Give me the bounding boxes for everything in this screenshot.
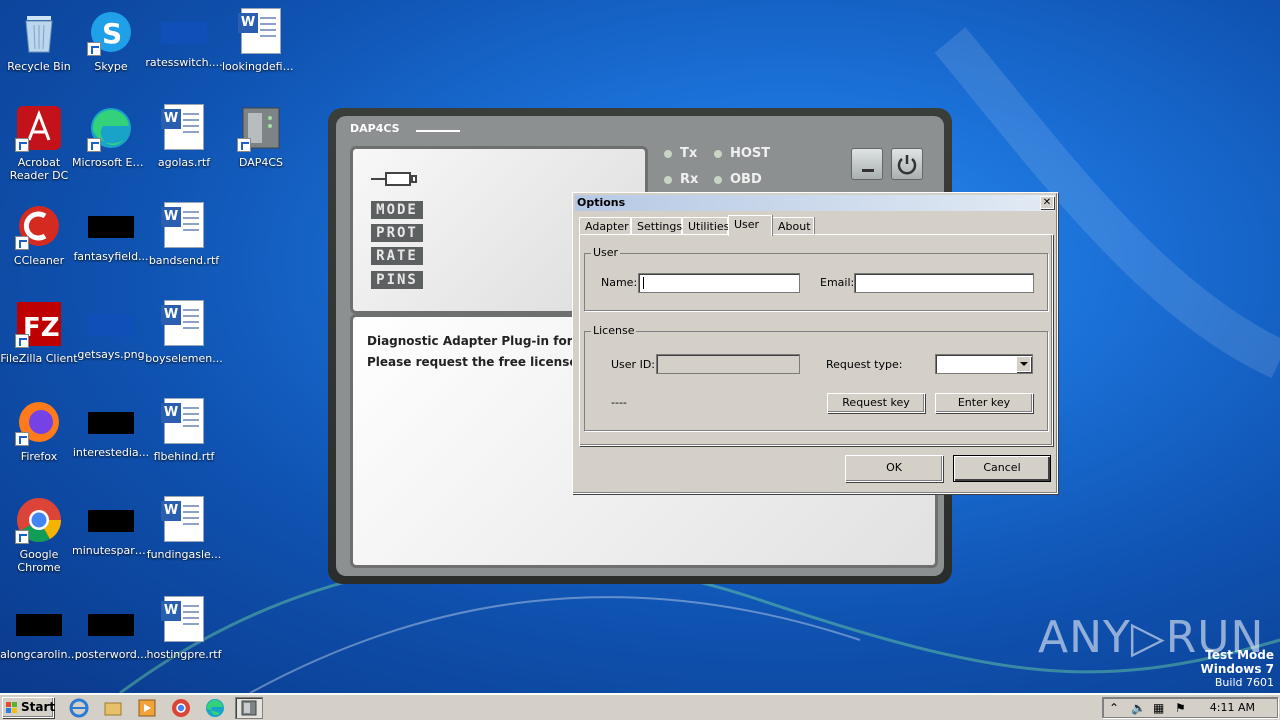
- user-id-label: User ID:: [611, 358, 655, 371]
- ok-button[interactable]: OK: [845, 455, 943, 482]
- app-wave-logo: [416, 124, 460, 132]
- firefox-icon[interactable]: Firefox: [0, 398, 78, 463]
- tab-adapter[interactable]: Adapter: [579, 217, 631, 235]
- boyselemen-icon[interactable]: W boyselemen...: [145, 300, 223, 365]
- minimize-button[interactable]: [851, 148, 883, 180]
- tab-about[interactable]: About: [772, 217, 814, 235]
- app-title: DAP4CS: [350, 122, 400, 135]
- edge-taskbar-icon[interactable]: [204, 697, 226, 719]
- chevron-down-icon[interactable]: [1016, 356, 1031, 372]
- chrome-taskbar-icon[interactable]: [170, 697, 192, 719]
- name-label: Name:: [601, 276, 638, 289]
- license-status: ----: [611, 396, 627, 409]
- ccleaner-icon[interactable]: CCleaner: [0, 202, 78, 267]
- posterword-icon[interactable]: posterword...: [72, 600, 150, 661]
- alongcarolin-icon[interactable]: alongcarolin...: [0, 600, 78, 661]
- options-dialog: Options ✕ Adapter Settings Utilities Use…: [572, 192, 1058, 494]
- windows-flag-icon: [6, 702, 18, 714]
- getsays-png-icon[interactable]: getsays.png: [72, 300, 150, 361]
- minutespark-icon[interactable]: minutespark...: [72, 496, 150, 557]
- bandsend-rtf-icon[interactable]: W bandsend.rtf: [145, 202, 223, 267]
- enter-key-button[interactable]: Enter key: [935, 393, 1033, 413]
- user-id-field: [656, 354, 800, 374]
- test-mode-notice: Test Mode Windows 7 Build 7601: [1200, 648, 1274, 689]
- text-caret: [643, 277, 644, 289]
- prot-tag: PROT: [371, 224, 423, 242]
- request-key-button[interactable]: Request key: [827, 393, 925, 413]
- email-field[interactable]: [854, 273, 1034, 293]
- dialog-titlebar[interactable]: Options ✕: [575, 195, 1055, 211]
- cancel-button[interactable]: Cancel: [953, 455, 1051, 482]
- dap4cs-shortcut-icon[interactable]: DAP4CS: [222, 104, 300, 169]
- volume-icon[interactable]: 🔈: [1131, 701, 1146, 715]
- rx-led: Rx: [664, 172, 698, 187]
- fundingasle-icon[interactable]: W fundingasle...: [145, 496, 223, 561]
- user-tab-panel: User Name: Email: License User ID: Reque…: [579, 234, 1053, 446]
- plug-icon: [371, 171, 421, 187]
- tab-settings[interactable]: Settings: [631, 217, 682, 235]
- dialog-title: Options: [577, 196, 626, 209]
- fantasyfield-icon[interactable]: fantasyfield...: [72, 202, 150, 263]
- action-center-flag-icon[interactable]: ⚑: [1175, 701, 1186, 715]
- power-icon: [897, 155, 917, 175]
- license-group: License User ID: Request type: ---- Requ…: [584, 324, 1048, 431]
- svg-text:S: S: [102, 17, 122, 50]
- user-group-legend: User: [591, 246, 621, 259]
- media-player-taskbar-icon[interactable]: [136, 697, 158, 719]
- hostingpre-rtf-icon[interactable]: W hostingpre.rtf: [145, 596, 223, 661]
- edge-icon[interactable]: Microsoft Edge: [72, 104, 150, 169]
- show-hidden-icons-chevron-icon[interactable]: ⌃: [1109, 701, 1119, 715]
- request-type-label: Request type:: [826, 358, 903, 371]
- skype-icon[interactable]: S Skype: [72, 8, 150, 73]
- start-button[interactable]: Start: [2, 697, 55, 718]
- ie-taskbar-icon[interactable]: [68, 697, 90, 719]
- acrobat-reader-icon[interactable]: Acrobat Reader DC: [0, 104, 78, 182]
- recycle-bin-icon[interactable]: Recycle Bin: [0, 8, 78, 73]
- request-type-select[interactable]: [935, 354, 1033, 374]
- obd-led: OBD: [714, 172, 762, 187]
- tab-user[interactable]: User: [728, 215, 772, 236]
- user-group: User Name: Email:: [584, 246, 1048, 311]
- system-tray: ⌃ 🔈 ▦ ⚑ 4:11 AM: [1102, 697, 1278, 718]
- name-field[interactable]: [638, 273, 800, 293]
- explorer-taskbar-icon[interactable]: [102, 697, 124, 719]
- filezilla-icon[interactable]: FZ FileZilla Client: [0, 300, 78, 365]
- license-group-legend: License: [591, 324, 637, 337]
- clock[interactable]: 4:11 AM: [1210, 701, 1255, 714]
- lookingdefini-icon[interactable]: W lookingdefini...: [222, 8, 300, 73]
- ratesswitch-icon[interactable]: ratesswitch....: [145, 8, 223, 69]
- interestedia-icon[interactable]: interestedia...: [72, 398, 150, 459]
- dap4cs-taskbar-button[interactable]: [235, 697, 263, 719]
- pins-tag: PINS: [371, 271, 423, 289]
- taskbar: Start ⌃ 🔈 ▦ ⚑ 4:11 AM: [0, 693, 1280, 720]
- power-button[interactable]: [891, 148, 923, 180]
- network-icon[interactable]: ▦: [1153, 701, 1164, 715]
- chrome-icon[interactable]: Google Chrome: [0, 496, 78, 574]
- tx-led: Tx: [664, 146, 697, 161]
- email-label: Email:: [820, 276, 855, 289]
- desktop: Recycle Bin Acrobat Reader DC CCleaner F…: [0, 0, 1280, 693]
- flbehind-rtf-icon[interactable]: W flbehind.rtf: [145, 398, 223, 463]
- mode-tag: MODE: [371, 201, 423, 219]
- rate-tag: RATE: [371, 247, 423, 265]
- close-icon[interactable]: ✕: [1040, 196, 1054, 209]
- tab-utilities[interactable]: Utilities: [682, 217, 729, 235]
- host-led: HOST: [714, 146, 770, 161]
- agolas-rtf-icon[interactable]: W agolas.rtf: [145, 104, 223, 169]
